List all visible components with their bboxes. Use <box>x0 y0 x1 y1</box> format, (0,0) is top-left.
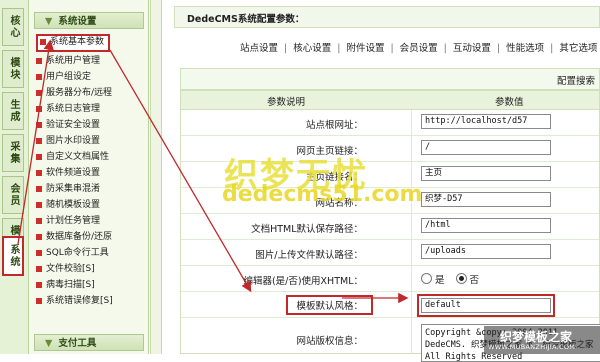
home-link-input[interactable]: / <box>421 140 551 155</box>
row-label: 编辑器(是/否)使用XHTML： <box>243 276 363 287</box>
page-title: DedeCMS系统配置参数： <box>187 14 305 25</box>
module-tab-bar: 核心 模块 生成 采集 会员 模板 系统 <box>0 0 29 354</box>
row-label: 图片/上传文件默认路径： <box>255 250 363 261</box>
home-link-name-input[interactable]: 主页 <box>421 166 551 181</box>
watermark-badge-url: WWW.MUBANZHIJIA.COM <box>488 343 576 351</box>
bullet-icon <box>36 153 42 160</box>
collapse-triangle-icon: ▼ <box>45 338 53 349</box>
row-label-template-style: 模板默认风格： <box>286 295 373 315</box>
bullet-icon <box>36 281 42 288</box>
bullet-icon <box>36 73 42 80</box>
table-row: 模板默认风格： default <box>181 292 599 318</box>
menu-item-servers[interactable]: 服务器分布/远程 <box>36 85 112 101</box>
menu-section-payment-tools[interactable]: ▼ 支付工具 <box>34 334 144 351</box>
table-row: 文档HTML默认保存路径： /html <box>181 214 599 240</box>
bullet-icon <box>36 137 42 144</box>
radio-yes[interactable] <box>421 273 432 284</box>
bullet-icon <box>36 185 42 192</box>
tab-other[interactable]: 其它选项 <box>559 40 597 54</box>
params-table: 参数说明 参数值 站点根网址： http://localhost/d57 网页主… <box>180 90 600 362</box>
site-name-input[interactable]: 织梦-D57 <box>421 192 551 207</box>
menu-item-sql-tool[interactable]: SQL命令行工具 <box>36 245 109 261</box>
tab-core[interactable]: 核心 <box>2 8 24 46</box>
menu-item-software-channel[interactable]: 软件频道设置 <box>36 165 100 181</box>
menu-item-random-template[interactable]: 随机模板设置 <box>36 197 100 213</box>
title-bar: DedeCMS系统配置参数： <box>174 6 600 28</box>
tab-performance[interactable]: 性能选项 <box>506 40 544 54</box>
menu-item-security[interactable]: 验证安全设置 <box>36 117 100 133</box>
table-row: 图片/上传文件默认路径： /uploads <box>181 240 599 266</box>
menu-item-basic-params[interactable]: 系统基本参数 <box>36 34 111 52</box>
watermark-url: dedecms51.com <box>222 182 423 207</box>
tab-system[interactable]: 系统 <box>2 236 24 276</box>
row-label: 文档HTML默认保存路径： <box>251 224 363 235</box>
xhtml-radio-group: 是 否 <box>421 272 479 286</box>
bullet-icon <box>36 217 42 224</box>
watermark-badge: 织梦模板之家 WWW.MUBANZHIJIA.COM <box>484 326 600 354</box>
bullet-icon <box>36 249 42 256</box>
upload-path-input[interactable]: /uploads <box>421 244 551 259</box>
menu-item-watermark[interactable]: 图片水印设置 <box>36 133 100 149</box>
radio-no[interactable] <box>455 273 467 284</box>
menu-item-system-log[interactable]: 系统日志管理 <box>36 101 100 117</box>
header-description: 参数说明 <box>267 97 306 108</box>
bullet-icon <box>36 105 42 112</box>
row-label: 站点根网址： <box>305 120 363 131</box>
settings-tabs: 站点设置 | 核心设置 | 附件设置 | 会员设置 | 互动设置 | 性能选项 | 其它选项 <box>240 40 597 54</box>
html-path-input[interactable]: /html <box>421 218 551 233</box>
sidebar-menu: ▼ 系统设置 系统基本参数 系统用户管理 用户组设定 服务器分布/远程 系统日志管… <box>29 0 149 354</box>
menu-item-scheduled-tasks[interactable]: 计划任务管理 <box>36 213 100 229</box>
tab-generate[interactable]: 生成 <box>2 92 24 130</box>
bullet-icon <box>36 169 42 176</box>
bullet-icon <box>40 38 46 45</box>
config-search-label[interactable]: 配置搜索 <box>557 73 595 87</box>
template-style-input[interactable]: default <box>417 294 555 317</box>
header-value: 参数值 <box>495 97 524 108</box>
tab-collect[interactable]: 采集 <box>2 134 24 172</box>
bullet-icon <box>36 233 42 240</box>
menu-item-virus-scan[interactable]: 病毒扫描[S] <box>36 277 95 293</box>
tab-interaction-settings[interactable]: 互动设置 <box>453 40 491 54</box>
table-header: 参数说明 参数值 <box>181 91 599 110</box>
menu-item-user-management[interactable]: 系统用户管理 <box>36 53 100 69</box>
sidebar-scrollbar[interactable] <box>150 0 162 354</box>
tab-member-settings[interactable]: 会员设置 <box>400 40 438 54</box>
table-row: 站点根网址： http://localhost/d57 <box>181 110 599 136</box>
menu-item-doc-attributes[interactable]: 自定义文档属性 <box>36 149 109 165</box>
menu-item-file-check[interactable]: 文件校验[S] <box>36 261 95 277</box>
site-url-input[interactable]: http://localhost/d57 <box>421 114 551 129</box>
row-label: 网站版权信息： <box>296 336 363 347</box>
tab-members[interactable]: 会员 <box>2 176 24 214</box>
menu-section-system-settings[interactable]: ▼ 系统设置 <box>34 12 144 29</box>
bullet-icon <box>36 265 42 272</box>
collapse-triangle-icon: ▼ <box>45 16 53 27</box>
bullet-icon <box>36 201 42 208</box>
tab-attachment-settings[interactable]: 附件设置 <box>346 40 384 54</box>
table-row: 编辑器(是/否)使用XHTML： 是 否 <box>181 266 599 292</box>
bullet-icon <box>36 89 42 96</box>
menu-item-user-groups[interactable]: 用户组设定 <box>36 69 91 85</box>
tab-site-settings[interactable]: 站点设置 <box>240 40 278 54</box>
bullet-icon <box>36 121 42 128</box>
tab-core-settings[interactable]: 核心设置 <box>293 40 331 54</box>
menu-item-db-backup[interactable]: 数据库备份/还原 <box>36 229 112 245</box>
menu-item-anti-collect[interactable]: 防采集串混淆 <box>36 181 100 197</box>
tab-modules[interactable]: 模块 <box>2 50 24 88</box>
menu-item-error-repair[interactable]: 系统错误修复[S] <box>36 293 113 309</box>
bullet-icon <box>36 297 42 304</box>
config-search-bar: 配置搜索 <box>180 68 600 90</box>
bullet-icon <box>36 57 42 64</box>
